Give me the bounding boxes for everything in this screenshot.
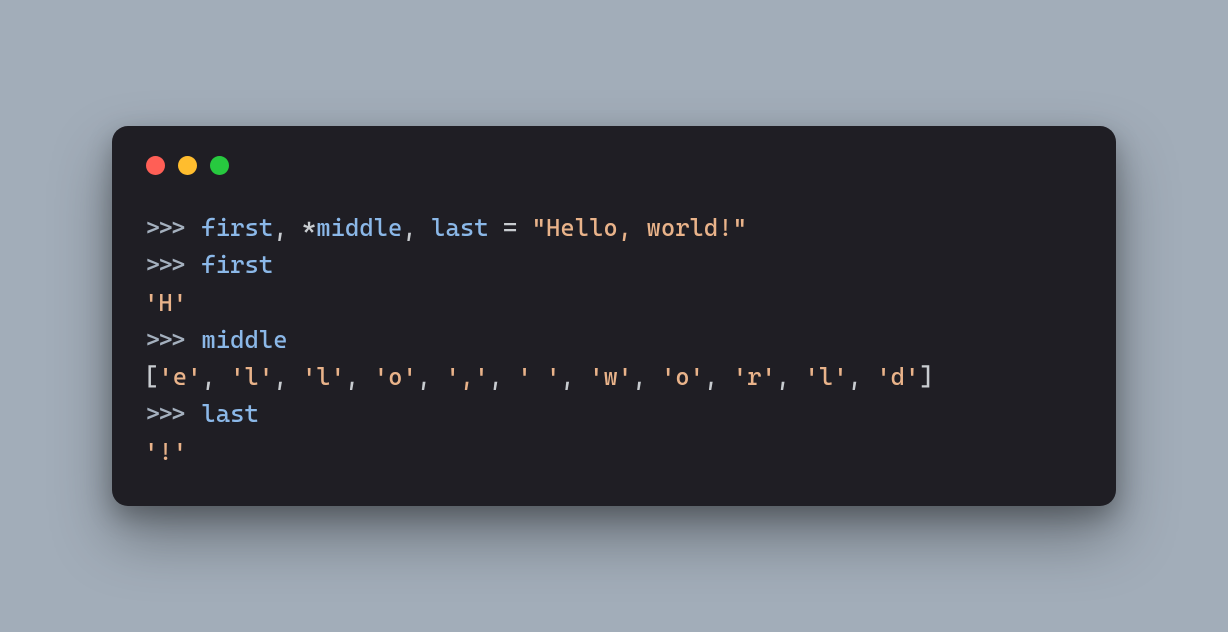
code-window: >>> first, *middle, last = "Hello, world… [112, 126, 1116, 506]
punct: , [848, 362, 877, 391]
window-titlebar [144, 156, 1084, 175]
repl-prompt: >>> [144, 250, 201, 279]
punct: , [560, 362, 589, 391]
string-lit: 'd' [876, 362, 919, 391]
identifier: first [201, 213, 273, 242]
string-lit: 'o' [661, 362, 704, 391]
identifier: first [201, 250, 273, 279]
punct: , [417, 362, 446, 391]
string-lit: 'r' [733, 362, 776, 391]
assign: = [489, 213, 532, 242]
punct: , [704, 362, 733, 391]
repl-output: '!' [144, 437, 187, 466]
repl-prompt: >>> [144, 325, 201, 354]
repl-output: 'H' [144, 288, 187, 317]
string-lit: 'o' [374, 362, 417, 391]
punct: , [776, 362, 805, 391]
string-lit: 'l' [302, 362, 345, 391]
code-block: >>> first, *middle, last = "Hello, world… [144, 209, 1084, 470]
punct: , [201, 362, 230, 391]
repl-prompt: >>> [144, 213, 201, 242]
string-lit: 'l' [230, 362, 273, 391]
bracket: [ [144, 362, 158, 391]
punct: , [273, 362, 302, 391]
punct: , [489, 362, 518, 391]
string-lit: ',' [446, 362, 489, 391]
zoom-icon[interactable] [210, 156, 229, 175]
identifier: last [431, 213, 488, 242]
punct: , [632, 362, 661, 391]
star-op: * [302, 213, 316, 242]
string-lit: "Hello, world!" [532, 213, 747, 242]
string-lit: 'e' [158, 362, 201, 391]
string-lit: 'w' [589, 362, 632, 391]
repl-output-list: ['e', 'l', 'l', 'o', ',', ' ', 'w', 'o',… [144, 362, 934, 391]
repl-prompt: >>> [144, 399, 201, 428]
minimize-icon[interactable] [178, 156, 197, 175]
punct: , [345, 362, 374, 391]
string-lit: 'l' [805, 362, 848, 391]
identifier: middle [201, 325, 287, 354]
identifier: last [201, 399, 258, 428]
punct: , [402, 213, 431, 242]
punct: , [273, 213, 302, 242]
close-icon[interactable] [146, 156, 165, 175]
string-lit: ' ' [517, 362, 560, 391]
bracket: ] [919, 362, 933, 391]
identifier: middle [316, 213, 402, 242]
